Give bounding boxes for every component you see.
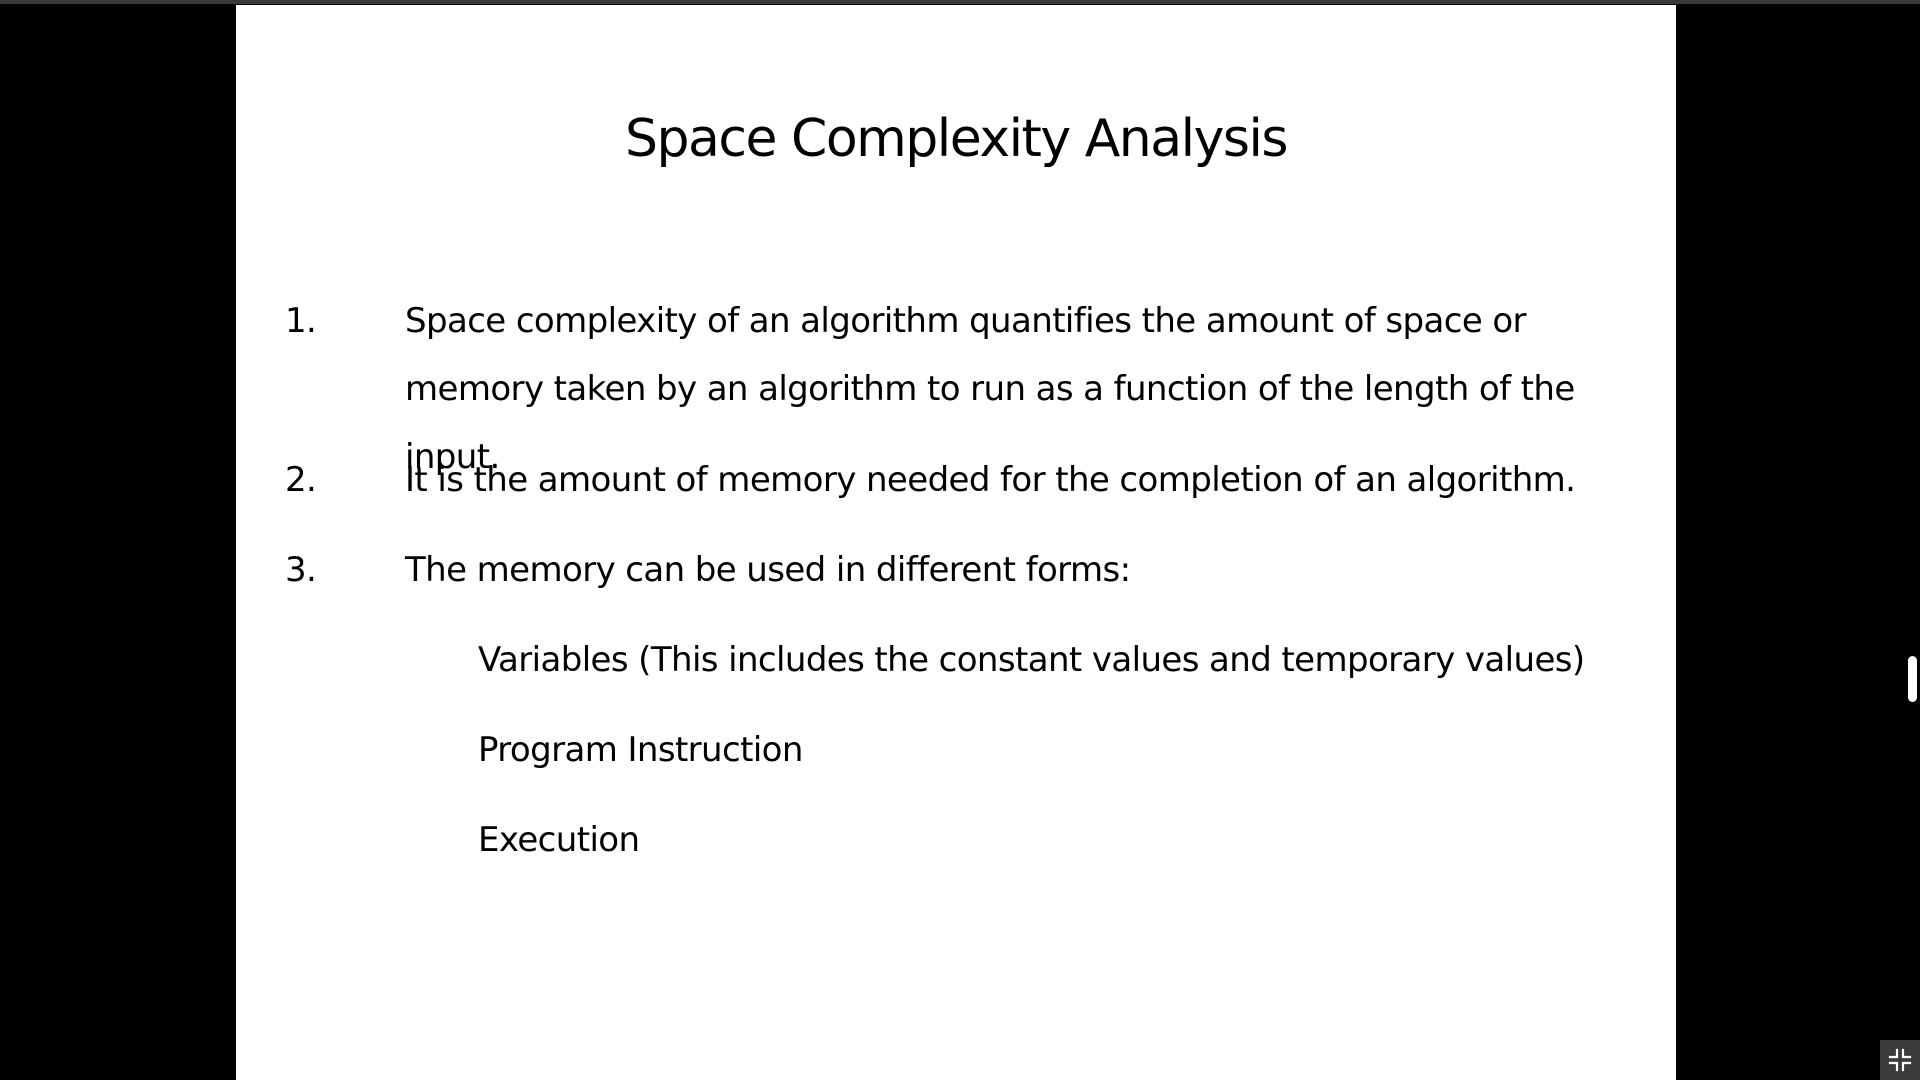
list-item-text: The memory can be used in different form… bbox=[405, 550, 1131, 590]
list-item: 2. It is the amount of memory needed for… bbox=[285, 446, 1655, 514]
scrollbar-thumb[interactable] bbox=[1908, 656, 1917, 702]
list-item: 1. Space complexity of an algorithm quan… bbox=[285, 287, 1655, 477]
list-item-number: 1. bbox=[285, 301, 317, 341]
top-frame-edge bbox=[0, 0, 1920, 4]
exit-fullscreen-button[interactable] bbox=[1880, 1040, 1920, 1080]
list-item-text: It is the amount of memory needed for th… bbox=[405, 460, 1576, 500]
numbered-list: 1. Space complexity of an algorithm quan… bbox=[285, 287, 1655, 874]
list-item-number: 2. bbox=[285, 460, 317, 500]
list-item-number: 3. bbox=[285, 550, 317, 590]
slide-title: Space Complexity Analysis bbox=[625, 109, 1288, 169]
list-item: 3. The memory can be used in different f… bbox=[285, 536, 1655, 604]
sub-list-item: Execution bbox=[478, 820, 640, 860]
sub-list-item: Program Instruction bbox=[478, 730, 803, 770]
sub-list-item: Variables (This includes the constant va… bbox=[478, 640, 1585, 680]
exit-fullscreen-icon bbox=[1888, 1048, 1912, 1072]
presentation-viewer: Space Complexity Analysis 1. Space compl… bbox=[0, 0, 1920, 1080]
slide: Space Complexity Analysis 1. Space compl… bbox=[236, 5, 1676, 1080]
